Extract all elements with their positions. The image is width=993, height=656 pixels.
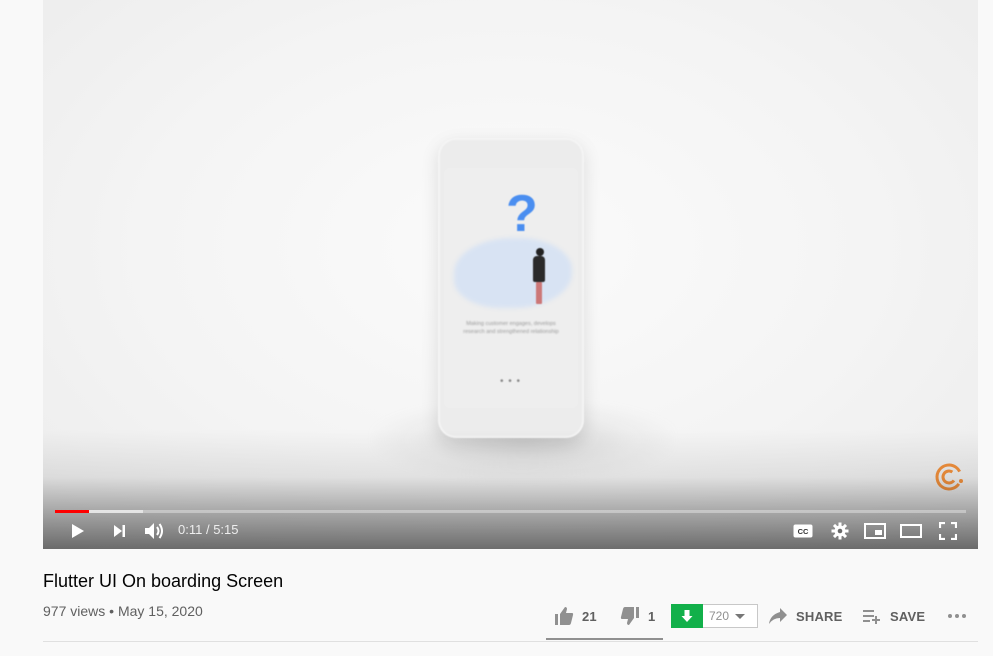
share-icon — [769, 608, 787, 624]
fullscreen-icon — [939, 522, 957, 540]
download-icon — [681, 610, 693, 622]
theater-mode-button[interactable] — [899, 519, 923, 543]
miniplayer-button[interactable] — [863, 519, 887, 543]
download-count-dropdown[interactable]: 720 — [703, 604, 758, 628]
download-button[interactable] — [671, 604, 703, 628]
captions-icon: CC — [793, 524, 813, 538]
next-icon — [114, 525, 125, 537]
like-button[interactable]: 21 — [554, 604, 597, 628]
volume-button[interactable] — [141, 519, 167, 543]
like-count: 21 — [582, 608, 597, 624]
more-actions-button[interactable] — [947, 604, 967, 628]
view-count: 977 views — [43, 603, 106, 619]
next-button[interactable] — [107, 519, 131, 543]
chevron-down-icon — [735, 613, 746, 619]
video-title: Flutter UI On boarding Screen — [43, 571, 284, 591]
theater-icon — [900, 524, 922, 538]
video-tagline: Making customer engages, develops resear… — [463, 321, 559, 335]
sentiment-bar — [546, 638, 663, 640]
progress-bar[interactable] — [55, 510, 966, 513]
phone-mockup: ? Making customer engages, develops rese… — [438, 138, 584, 438]
share-label: SHARE — [796, 608, 843, 624]
play-icon — [72, 524, 84, 538]
divider — [43, 641, 978, 642]
page-dots: • • • — [500, 376, 522, 387]
play-button[interactable] — [65, 519, 89, 543]
settings-icon — [831, 522, 849, 540]
progress-played — [55, 510, 89, 513]
share-button[interactable]: SHARE — [768, 604, 843, 628]
dislike-count: 1 — [648, 608, 656, 624]
video-meta: 977 views • May 15, 2020 — [43, 603, 203, 619]
dislike-icon — [620, 607, 639, 625]
fullscreen-button[interactable] — [936, 519, 960, 543]
download-count: 720 — [709, 609, 730, 623]
question-mark-illustration: ? — [506, 185, 538, 243]
miniplayer-icon — [864, 523, 886, 539]
time-display: 0:11 / 5:15 — [178, 522, 239, 537]
video-player[interactable]: ? Making customer engages, develops rese… — [43, 0, 978, 549]
captions-button[interactable]: CC — [791, 519, 815, 543]
like-icon — [555, 607, 574, 625]
more-icon — [948, 614, 966, 618]
save-playlist-icon — [863, 610, 880, 624]
current-time: 0:11 — [178, 522, 203, 537]
settings-button[interactable] — [828, 519, 852, 543]
phone-screen: ? Making customer engages, develops rese… — [444, 168, 578, 408]
volume-icon — [145, 523, 163, 539]
dislike-button[interactable]: 1 — [620, 604, 655, 628]
save-button[interactable]: SAVE — [862, 604, 925, 628]
save-label: SAVE — [890, 608, 926, 624]
svg-text:CC: CC — [798, 527, 809, 536]
duration: 5:15 — [213, 522, 239, 537]
download-widget[interactable]: 720 — [671, 604, 758, 628]
person-illustration — [536, 248, 544, 256]
illustration-blob — [454, 238, 572, 308]
publish-date: May 15, 2020 — [117, 603, 203, 619]
